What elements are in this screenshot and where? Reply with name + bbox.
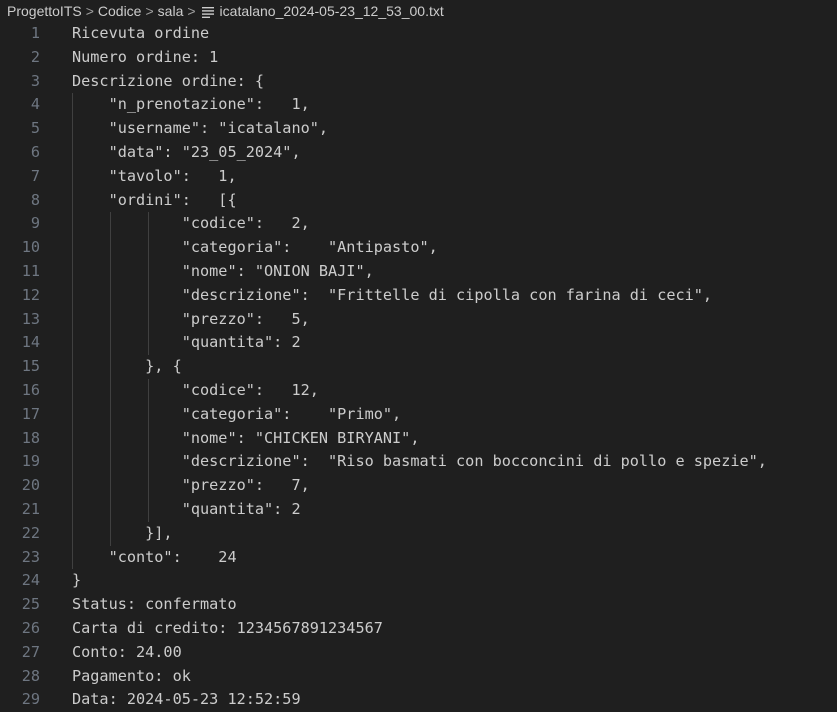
code-line[interactable]: 9 "codice": 2,: [0, 212, 837, 237]
breadcrumb: ProgettoITS > Codice > sala > icatalano_…: [0, 0, 837, 22]
code-line[interactable]: 25 Status: confermato: [0, 593, 837, 617]
breadcrumb-item-codice[interactable]: Codice: [98, 3, 142, 19]
code-text: "quantita": 2: [72, 333, 301, 352]
code-text: "conto": 24: [72, 547, 237, 566]
code-text: "quantita": 2: [72, 499, 301, 518]
line-number: 25: [21, 595, 40, 614]
code-text: Data: 2024-05-23 12:52:59: [72, 690, 301, 709]
line-number: 24: [21, 571, 40, 590]
line-number: 29: [21, 690, 40, 709]
text-file-icon: [201, 6, 214, 18]
code-text: "username": "icatalano",: [72, 119, 329, 138]
code-text: "prezzo": 5,: [72, 309, 310, 328]
code-text: Conto: 24.00: [72, 642, 182, 661]
code-line[interactable]: 19 "descrizione": "Riso basmati con bocc…: [0, 450, 837, 475]
code-line[interactable]: 22 }],: [0, 521, 837, 546]
code-text: "prezzo": 7,: [72, 476, 310, 495]
code-text: "data": "23_05_2024",: [72, 142, 301, 161]
code-text: Pagamento: ok: [72, 666, 191, 685]
line-number: 9: [30, 214, 40, 233]
code-text: "nome": "ONION BAJI",: [72, 261, 374, 280]
code-line[interactable]: 24}: [0, 569, 837, 593]
line-number: 21: [21, 499, 40, 518]
code-line[interactable]: 1 Ricevuta ordine: [0, 22, 837, 46]
code-text: Status: confermato: [72, 595, 237, 614]
line-number: 16: [21, 380, 40, 399]
line-number: 14: [21, 333, 40, 352]
line-number: 19: [21, 452, 40, 471]
code-line[interactable]: 2 Numero ordine: 1: [0, 46, 837, 70]
line-number: 3: [30, 71, 40, 90]
breadcrumb-file-name[interactable]: icatalano_2024-05-23_12_53_00.txt: [220, 3, 444, 19]
code-line[interactable]: 15 }, {: [0, 355, 837, 379]
code-line[interactable]: 20 "prezzo": 7,: [0, 474, 837, 498]
chevron-right-icon: >: [145, 3, 154, 19]
code-text: Numero ordine: 1: [72, 47, 219, 66]
code-line[interactable]: 5 "username": "icatalano",: [0, 117, 837, 141]
code-line[interactable]: 7 "tavolo": 1,: [0, 164, 837, 189]
line-number: 8: [30, 190, 40, 209]
code-text: "nome": "CHICKEN BIRYANI",: [72, 428, 420, 447]
code-line[interactable]: 4 "n_prenotazione": 1,: [0, 93, 837, 118]
code-line[interactable]: 14 "quantita": 2: [0, 331, 837, 356]
breadcrumb-item-progettoits[interactable]: ProgettoITS: [7, 3, 82, 19]
line-number: 1: [30, 24, 40, 42]
code-text: "ordini": [{: [72, 190, 237, 209]
line-number: 15: [21, 357, 40, 376]
code-line[interactable]: 16 "codice": 12,: [0, 378, 837, 403]
code-text: "categoria": "Primo",: [72, 404, 402, 423]
code-line[interactable]: 12 "descrizione": "Frittelle di cipolla …: [0, 283, 837, 308]
code-line[interactable]: 6 "data": "23_05_2024",: [0, 140, 837, 165]
line-number: 28: [21, 666, 40, 685]
code-text: }, {: [72, 357, 182, 376]
code-text: "n_prenotazione": 1,: [72, 95, 310, 114]
line-number: 27: [21, 642, 40, 661]
code-line[interactable]: 8 "ordini": [{: [0, 188, 837, 213]
code-text: "codice": 2,: [72, 214, 310, 233]
code-line[interactable]: 26 Carta di credito: 1234567891234567: [0, 617, 837, 641]
code-text: Descrizione ordine: {: [72, 71, 265, 90]
line-number: 6: [30, 142, 40, 161]
code-text: "descrizione": "Frittelle di cipolla con…: [72, 285, 713, 304]
code-line[interactable]: 18 "nome": "CHICKEN BIRYANI",: [0, 426, 837, 451]
code-line[interactable]: 29 Data: 2024-05-23 12:52:59: [0, 688, 837, 712]
line-number: 23: [21, 547, 40, 566]
code-text: "tavolo": 1,: [72, 166, 237, 185]
line-number: 13: [21, 309, 40, 328]
code-text: Ricevuta ordine: [72, 24, 210, 42]
code-line[interactable]: 28 Pagamento: ok: [0, 665, 837, 689]
line-number: 5: [30, 119, 40, 138]
code-line[interactable]: 17 "categoria": "Primo",: [0, 402, 837, 427]
line-number: 7: [30, 166, 40, 185]
line-number: 11: [21, 261, 40, 280]
code-line[interactable]: 27 Conto: 24.00: [0, 641, 837, 665]
code-line[interactable]: 11 "nome": "ONION BAJI",: [0, 259, 837, 284]
code-text: }],: [72, 523, 173, 542]
line-number: 2: [30, 47, 40, 66]
line-number: 26: [21, 618, 40, 637]
chevron-right-icon: >: [187, 3, 196, 19]
line-number: 17: [21, 404, 40, 423]
code-line[interactable]: 10 "categoria": "Antipasto",: [0, 236, 837, 260]
line-number: 20: [21, 476, 40, 495]
line-number: 10: [21, 238, 40, 257]
code-text: Carta di credito: 1234567891234567: [72, 618, 383, 637]
code-editor[interactable]: 1 Ricevuta ordine 2 Numero ordine: 1 3 Descri…: [0, 22, 837, 712]
code-line[interactable]: 21 "quantita": 2: [0, 497, 837, 522]
line-number: 18: [21, 428, 40, 447]
code-line[interactable]: 3 Descrizione ordine: {: [0, 70, 837, 94]
code-text: }: [72, 571, 82, 590]
line-number: 4: [30, 95, 40, 114]
code-line[interactable]: 23 "conto": 24: [0, 545, 837, 570]
code-text: "codice": 12,: [72, 380, 319, 399]
breadcrumb-item-sala[interactable]: sala: [158, 3, 184, 19]
code-text: "categoria": "Antipasto",: [72, 238, 438, 257]
line-number: 22: [21, 523, 40, 542]
code-line[interactable]: 13 "prezzo": 5,: [0, 307, 837, 332]
code-text: "descrizione": "Riso basmati con bocconc…: [72, 452, 767, 471]
chevron-right-icon: >: [85, 3, 94, 19]
line-number: 12: [21, 285, 40, 304]
